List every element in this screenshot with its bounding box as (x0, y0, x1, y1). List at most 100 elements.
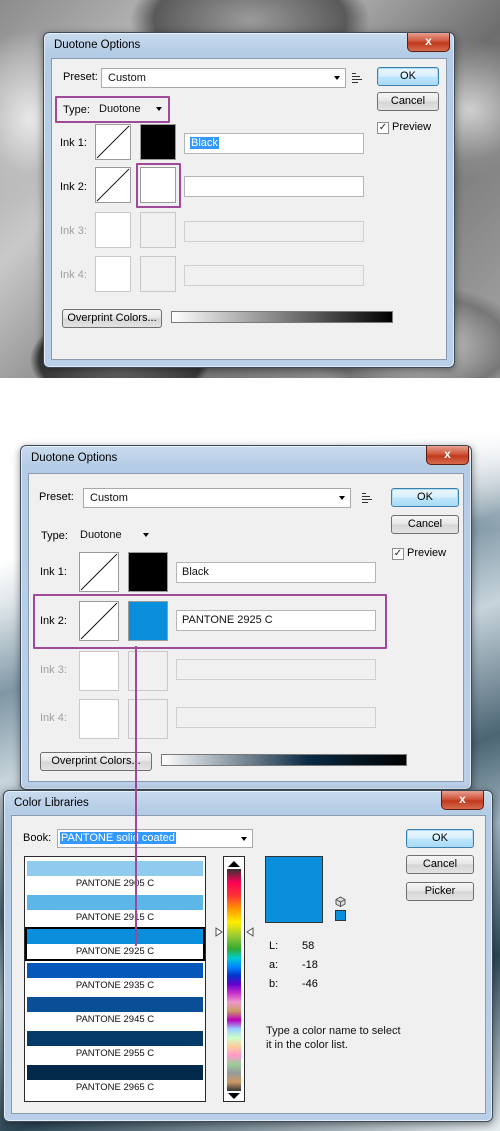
color-swatch (27, 997, 203, 1012)
color-list-item[interactable]: PANTONE 2925 C (25, 927, 205, 961)
color-list-item[interactable]: PANTONE 2935 C (25, 961, 205, 995)
chevron-down-icon (241, 837, 247, 841)
ink2-row-highlight (33, 594, 387, 649)
color-swatch (27, 861, 203, 876)
lab-a-label: a: (269, 959, 279, 971)
ok-button[interactable]: OK (391, 488, 459, 507)
ink4-label: Ink 4: (60, 269, 87, 281)
ink3-name-field (184, 221, 364, 242)
ink3-color-swatch (140, 212, 176, 248)
web-safe-swatch[interactable] (335, 910, 346, 921)
hint-text: Type a color name to select it in the co… (266, 1025, 401, 1051)
book-select[interactable]: PANTONE solid coated (57, 829, 253, 848)
color-list-item[interactable]: PANTONE 2905 C (25, 859, 205, 893)
color-list-item[interactable]: PANTONE 2915 C (25, 893, 205, 927)
color-name: PANTONE 2945 C (75, 1014, 155, 1025)
cancel-button[interactable]: Cancel (406, 855, 474, 874)
ink4-curve-box (95, 256, 131, 292)
chevron-down-icon (143, 533, 149, 537)
preset-select[interactable]: Custom (101, 68, 346, 88)
color-list[interactable]: PANTONE 2905 C PANTONE 2915 C PANTONE 2925… (24, 856, 206, 1102)
scroll-down-arrow[interactable] (227, 1091, 241, 1099)
close-button[interactable]: x (441, 791, 484, 810)
color-name: PANTONE 2965 C (75, 1082, 155, 1093)
connector-line (135, 646, 137, 946)
preview-label: Preview (392, 121, 432, 133)
preset-options-icon[interactable] (362, 493, 373, 503)
type-value: Duotone (80, 529, 122, 541)
ink1-curve-box[interactable] (79, 552, 119, 592)
chevron-down-icon (339, 496, 345, 500)
picker-button[interactable]: Picker (406, 882, 474, 901)
color-name: PANTONE 2925 C (75, 946, 155, 957)
preset-value: Custom (108, 72, 146, 84)
preview-label: Preview (407, 547, 447, 559)
type-highlight-box (55, 96, 170, 123)
curve-icon (96, 125, 130, 159)
color-swatch (27, 895, 203, 910)
duotone-options-dialog-1: Duotone Options x Preset: Custom Type: D… (43, 32, 455, 368)
ink4-curve-box (79, 699, 119, 739)
book-value: PANTONE solid coated (60, 832, 176, 844)
scroll-up-arrow[interactable] (227, 859, 241, 867)
ink1-name-value: Black (182, 566, 209, 578)
color-list-item[interactable]: PANTONE 2945 C (25, 995, 205, 1029)
cube-icon[interactable] (335, 896, 346, 910)
ink1-curve-box[interactable] (95, 124, 131, 160)
ink1-name-field[interactable]: Black (176, 562, 376, 583)
spectrum-bar (227, 869, 241, 1091)
ink1-label: Ink 1: (40, 566, 67, 578)
ink3-label: Ink 3: (60, 225, 87, 237)
ink2-curve-box[interactable] (95, 167, 131, 203)
ink2-label: Ink 2: (60, 181, 87, 193)
ink4-name-field (184, 265, 364, 286)
preset-select[interactable]: Custom (83, 488, 351, 508)
preview-checkbox[interactable]: ✓ (377, 122, 389, 134)
tonal-gradient-bar (161, 754, 407, 766)
type-select[interactable]: Duotone (74, 526, 154, 546)
spectrum-left-marker-icon (215, 927, 223, 940)
ink3-curve-box (79, 651, 119, 691)
color-libraries-dialog: Color Libraries x Book: PANTONE solid co… (3, 790, 493, 1122)
ok-button[interactable]: OK (377, 67, 439, 86)
lab-l-value: 58 (302, 940, 315, 952)
preview-checkbox[interactable]: ✓ (392, 548, 404, 560)
curve-icon (80, 553, 118, 591)
overprint-colors-button[interactable]: Overprint Colors... (62, 309, 162, 328)
book-label: Book: (23, 832, 52, 844)
color-name: PANTONE 2935 C (75, 980, 155, 991)
color-list-item[interactable]: PANTONE 2955 C (25, 1029, 205, 1063)
ink1-label: Ink 1: (60, 137, 87, 149)
ink4-label: Ink 4: (40, 712, 67, 724)
close-button[interactable]: x (407, 33, 450, 52)
dialog-title: Color Libraries (14, 797, 89, 809)
duotone-options-dialog-2: Duotone Options x Preset: Custom Type: D… (20, 445, 472, 790)
ink2-swatch-highlight (136, 163, 181, 208)
color-swatch (27, 1031, 203, 1046)
color-swatch (27, 929, 203, 944)
ink3-name-field (176, 659, 376, 680)
curve-icon (96, 168, 130, 202)
type-label: Type: (41, 530, 68, 542)
spectrum-slider[interactable] (223, 856, 245, 1102)
lab-l-label: L: (269, 940, 279, 952)
preset-value: Custom (90, 492, 128, 504)
ok-button[interactable]: OK (406, 829, 474, 848)
color-name: PANTONE 2905 C (75, 878, 155, 889)
color-list-item[interactable]: PANTONE 2965 C (25, 1063, 205, 1097)
dialog-title: Duotone Options (31, 452, 118, 464)
preset-options-icon[interactable] (352, 73, 363, 83)
close-button[interactable]: x (426, 446, 469, 465)
color-name: PANTONE 2915 C (75, 912, 155, 923)
ink1-color-swatch[interactable] (140, 124, 176, 160)
ink2-name-field[interactable] (184, 176, 364, 197)
lab-b-label: b: (269, 978, 279, 990)
cancel-button[interactable]: Cancel (377, 92, 439, 111)
ink1-color-swatch[interactable] (128, 552, 168, 592)
ink1-name-field[interactable]: Black (184, 133, 364, 154)
cancel-button[interactable]: Cancel (391, 515, 459, 534)
selected-color-preview (265, 856, 323, 923)
lab-b-value: -46 (302, 978, 318, 990)
dialog-title: Duotone Options (54, 39, 141, 51)
color-swatch (27, 963, 203, 978)
